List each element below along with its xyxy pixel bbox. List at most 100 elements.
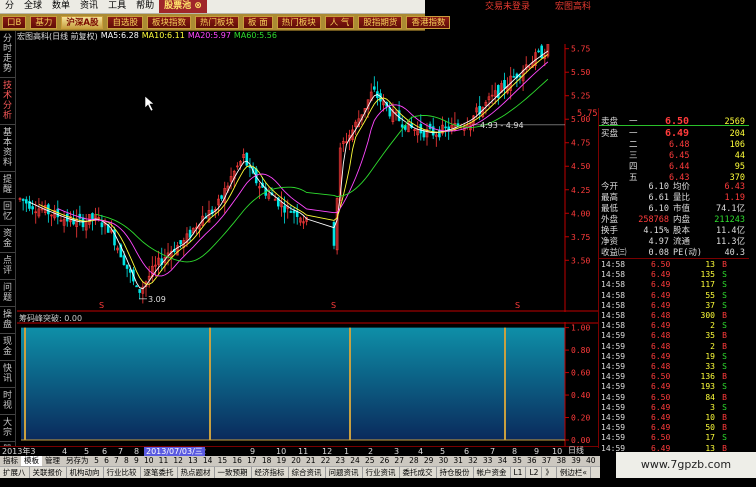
toolbar-button-5[interactable]: 热门板块 xyxy=(194,15,239,29)
indicator-tab-33[interactable]: 34 xyxy=(495,456,510,466)
status-item-11[interactable]: 委托成交 xyxy=(400,467,437,478)
indicator-tab-21[interactable]: 22 xyxy=(318,456,333,466)
indicator-tab-29[interactable]: 30 xyxy=(436,456,451,466)
indicator-tab-10[interactable]: 11 xyxy=(156,456,171,466)
status-item-4[interactable]: 逐笔委托 xyxy=(141,467,178,478)
toolbar-button-3[interactable]: 自选股 xyxy=(107,15,143,29)
toolbar-button-8[interactable]: 人 气 xyxy=(324,15,355,29)
status-item-8[interactable]: 综合资讯 xyxy=(289,467,326,478)
status-item-3[interactable]: 行业比较 xyxy=(104,467,141,478)
indicator-tab-12[interactable]: 13 xyxy=(186,456,201,466)
toolbar-button-1[interactable]: 基力 xyxy=(30,15,58,29)
status-item-1[interactable]: 关联报价 xyxy=(30,467,67,478)
left-tab-9[interactable]: 现金 xyxy=(0,334,15,361)
candle-body xyxy=(188,229,192,238)
left-tab-10[interactable]: 快讯 xyxy=(0,361,15,388)
indicator-tab-7[interactable]: 8 xyxy=(121,456,131,466)
status-item-9[interactable]: 问题资讯 xyxy=(326,467,363,478)
stock-name-link[interactable]: 宏图高科 xyxy=(555,0,591,14)
indicator-tab-28[interactable]: 29 xyxy=(421,456,436,466)
left-tab-8[interactable]: 操盘 xyxy=(0,307,15,334)
indicator-tab-13[interactable]: 14 xyxy=(200,456,215,466)
status-item-0[interactable]: 扩展八 xyxy=(0,467,30,478)
status-item-13[interactable]: 帐户资金 xyxy=(474,467,511,478)
indicator-tab-14[interactable]: 15 xyxy=(215,456,230,466)
indicator-tab-39[interactable]: 40 xyxy=(583,456,598,466)
trade-price: 6.49 xyxy=(651,300,671,310)
indicator-tab-15[interactable]: 16 xyxy=(230,456,245,466)
toolbar-button-10[interactable]: 香港指数 xyxy=(406,15,451,29)
indicator-tab-25[interactable]: 26 xyxy=(377,456,392,466)
indicator-tab-2[interactable]: 管理 xyxy=(42,456,63,466)
indicator-tab-5[interactable]: 6 xyxy=(101,456,111,466)
indicator-tab-9[interactable]: 10 xyxy=(141,456,156,466)
menu-item-0[interactable]: 分 xyxy=(0,0,19,13)
status-item-17[interactable]: 例边栏« xyxy=(557,467,591,478)
indicator-tab-26[interactable]: 27 xyxy=(392,456,407,466)
indicator-tab-27[interactable]: 28 xyxy=(407,456,422,466)
toolbar-button-7[interactable]: 热门板块 xyxy=(276,15,321,29)
toolbar-button-2[interactable]: 沪深A股 xyxy=(61,15,104,29)
indicator-tab-8[interactable]: 9 xyxy=(131,456,141,466)
indicator-tab-23[interactable]: 24 xyxy=(348,456,363,466)
toolbar-button-6[interactable]: 板 面 xyxy=(243,15,273,29)
status-item-15[interactable]: L2 xyxy=(526,467,543,478)
status-item-10[interactable]: 行业资讯 xyxy=(363,467,400,478)
status-item-6[interactable]: 一致预期 xyxy=(215,467,252,478)
status-item-2[interactable]: 机构动向 xyxy=(67,467,104,478)
status-item-7[interactable]: 经济指标 xyxy=(252,467,289,478)
indicator-tab-11[interactable]: 12 xyxy=(171,456,186,466)
left-tab-11[interactable]: 时视 xyxy=(0,388,15,415)
indicator-tab-38[interactable]: 39 xyxy=(569,456,584,466)
indicator-tab-24[interactable]: 25 xyxy=(362,456,377,466)
toolbar-button-4[interactable]: 板块指数 xyxy=(146,15,191,29)
indicator-tab-20[interactable]: 21 xyxy=(303,456,318,466)
menu-item-5[interactable]: 帮助 xyxy=(131,0,159,13)
stock-pool-tab[interactable]: 股票池 ⊗ xyxy=(159,0,207,13)
indicator-tab-22[interactable]: 23 xyxy=(333,456,348,466)
candles-group xyxy=(18,44,550,304)
indicator-tab-37[interactable]: 38 xyxy=(554,456,569,466)
status-item-12[interactable]: 持仓股份 xyxy=(437,467,474,478)
toolbar-button-0[interactable]: 口B xyxy=(2,15,27,29)
left-tab-4[interactable]: 回忆 xyxy=(0,199,15,226)
left-tab-12[interactable]: 大宗 xyxy=(0,415,15,442)
indicator-tab-32[interactable]: 33 xyxy=(480,456,495,466)
period-label[interactable]: 日线 xyxy=(568,446,598,456)
trade-time: 14:58 xyxy=(601,311,626,320)
indicator-tab-17[interactable]: 18 xyxy=(259,456,274,466)
toolbar-button-9[interactable]: 股指期货 xyxy=(358,15,403,29)
menu-item-4[interactable]: 工具 xyxy=(103,0,131,13)
indicator-tab-18[interactable]: 19 xyxy=(274,456,289,466)
candlestick-chart[interactable]: 3.503.754.004.254.504.755.005.255.505.75… xyxy=(17,44,600,312)
menu-item-1[interactable]: 全球 xyxy=(19,0,47,13)
left-tab-3[interactable]: 提醒 xyxy=(0,172,15,199)
left-tab-5[interactable]: 资金 xyxy=(0,226,15,253)
status-item-14[interactable]: L1 xyxy=(511,467,527,478)
menu-item-2[interactable]: 数单 xyxy=(47,0,75,13)
indicator-tab-16[interactable]: 17 xyxy=(244,456,259,466)
indicator-tab-30[interactable]: 31 xyxy=(451,456,466,466)
indicator-tab-36[interactable]: 37 xyxy=(539,456,554,466)
left-tab-2[interactable]: 基本资料 xyxy=(0,125,15,172)
indicator-tab-3[interactable]: 另存为 xyxy=(63,456,92,466)
indicator-tab-35[interactable]: 36 xyxy=(524,456,539,466)
trade-login-link[interactable]: 交易未登录 xyxy=(485,0,530,14)
left-tab-7[interactable]: 问题 xyxy=(0,280,15,307)
status-item-16[interactable]: 》 xyxy=(542,467,557,478)
left-tab-0[interactable]: 分时走势 xyxy=(0,31,15,78)
left-tab-1[interactable]: 技术分析 xyxy=(0,78,15,125)
indicator-tab-19[interactable]: 20 xyxy=(289,456,304,466)
indicator-chart[interactable]: 0.00 0.20 0.40 0.60 0.80 1.00 xyxy=(17,322,600,446)
indicator-tab-6[interactable]: 7 xyxy=(111,456,121,466)
indicator-tab-1[interactable]: 模板 xyxy=(21,456,42,466)
indicator-tab-34[interactable]: 35 xyxy=(510,456,525,466)
indicator-tab-31[interactable]: 32 xyxy=(466,456,481,466)
indicator-tab-0[interactable]: 指标 xyxy=(0,456,21,466)
candle-body xyxy=(537,50,540,53)
menu-item-3[interactable]: 资讯 xyxy=(75,0,103,13)
status-item-5[interactable]: 热点题材 xyxy=(178,467,215,478)
trade-side: S xyxy=(722,433,727,443)
left-tab-6[interactable]: 点评 xyxy=(0,253,15,280)
indicator-tab-4[interactable]: 5 xyxy=(92,456,102,466)
